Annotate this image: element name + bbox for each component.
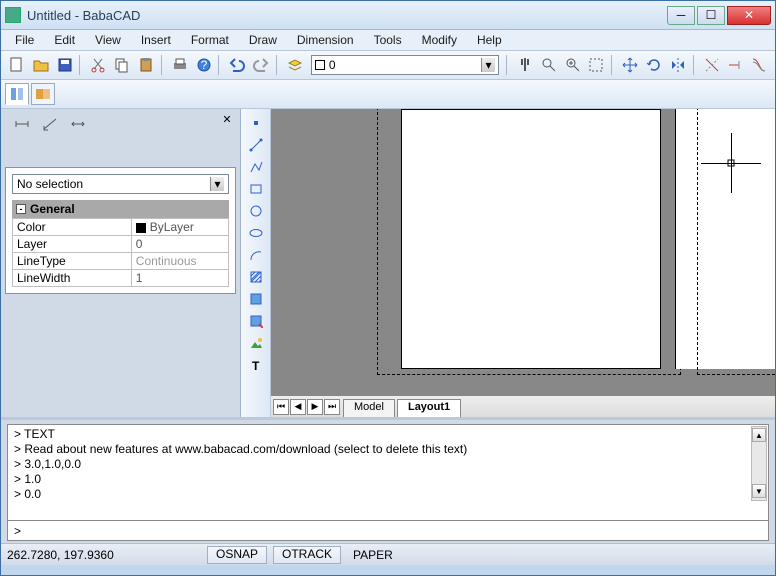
osnap-toggle[interactable]: OSNAP (207, 546, 267, 564)
trim-icon[interactable] (701, 54, 723, 76)
window-title: Untitled - BabaCAD (27, 8, 665, 23)
hatch-icon[interactable] (245, 267, 267, 287)
statusbar: 262.7280, 197.9360 OSNAP OTRACK PAPER (1, 543, 775, 565)
minimize-button[interactable]: ─ (667, 6, 695, 25)
text-icon[interactable]: T (245, 355, 267, 375)
menu-help[interactable]: Help (469, 31, 510, 49)
image-icon[interactable] (245, 333, 267, 353)
tab-layout1[interactable]: Layout1 (397, 399, 461, 417)
arc-icon[interactable] (245, 245, 267, 265)
scroll-up-icon[interactable]: ▲ (752, 428, 766, 442)
property-row: ColorByLayer (13, 219, 229, 236)
line-icon[interactable] (245, 135, 267, 155)
properties-panel: ✕ No selection ▾ - General ColorByLayer … (1, 109, 241, 417)
command-input[interactable]: > (7, 521, 769, 541)
svg-text:T: T (252, 359, 260, 372)
rotate-icon[interactable] (643, 54, 665, 76)
coordinates-readout: 262.7280, 197.9360 (7, 548, 207, 562)
command-prompt: > (14, 524, 21, 538)
panel-close-icon[interactable]: ✕ (220, 113, 234, 127)
menu-tools[interactable]: Tools (366, 31, 410, 49)
menu-view[interactable]: View (87, 31, 129, 49)
menu-draw[interactable]: Draw (241, 31, 285, 49)
layer-combo[interactable]: 0 ▾ (311, 55, 499, 75)
new-icon[interactable] (6, 54, 28, 76)
command-log[interactable]: > TEXT > Read about new features at www.… (7, 424, 769, 521)
rectangle-icon[interactable] (245, 179, 267, 199)
tab-next-icon[interactable]: ▶ (307, 399, 323, 415)
property-group-header[interactable]: - General (12, 200, 229, 218)
close-button[interactable]: ✕ (727, 6, 771, 25)
property-row: LineWidth1 (13, 270, 229, 287)
chevron-down-icon[interactable]: ▾ (481, 58, 495, 72)
ellipse-icon[interactable] (245, 223, 267, 243)
app-icon (5, 7, 21, 23)
insert-block-icon[interactable] (245, 311, 267, 331)
collapse-icon[interactable]: - (16, 204, 26, 214)
save-icon[interactable] (54, 54, 76, 76)
scrollbar-vertical[interactable]: ▲ ▼ (751, 426, 767, 501)
zoom-extents-icon[interactable] (585, 54, 607, 76)
redo-icon[interactable] (250, 54, 272, 76)
tab-model[interactable]: Model (343, 399, 395, 417)
paste-icon[interactable] (135, 54, 157, 76)
maximize-button[interactable]: ☐ (697, 6, 725, 25)
help-icon[interactable]: ? (193, 54, 215, 76)
tab-prev-icon[interactable]: ◀ (290, 399, 306, 415)
menu-file[interactable]: File (7, 31, 42, 49)
otrack-toggle[interactable]: OTRACK (273, 546, 341, 564)
drawing-canvas[interactable] (271, 109, 775, 395)
block-icon[interactable] (245, 289, 267, 309)
command-area: > TEXT > Read about new features at www.… (1, 417, 775, 543)
tab-first-icon[interactable]: ⏮ (273, 399, 289, 415)
point-icon[interactable] (245, 113, 267, 133)
selection-value: No selection (17, 177, 83, 191)
layout-tabs: ⏮ ◀ ▶ ⏭ Model Layout1 (271, 395, 775, 417)
draw-toolbar: T (241, 109, 271, 417)
selection-combo[interactable]: No selection ▾ (12, 174, 229, 194)
menubar: File Edit View Insert Format Draw Dimens… (1, 30, 775, 51)
extend-icon[interactable] (724, 54, 746, 76)
menu-dimension[interactable]: Dimension (289, 31, 362, 49)
menu-edit[interactable]: Edit (46, 31, 83, 49)
pan-icon[interactable] (514, 54, 536, 76)
chevron-down-icon[interactable]: ▾ (210, 177, 224, 191)
property-row: LineTypeContinuous (13, 253, 229, 270)
move-icon[interactable] (619, 54, 641, 76)
zoom-dynamic-icon[interactable] (562, 54, 584, 76)
print-icon[interactable] (169, 54, 191, 76)
mirror-icon[interactable] (667, 54, 689, 76)
tab-last-icon[interactable]: ⏭ (324, 399, 340, 415)
tab-layers-icon[interactable] (31, 83, 55, 105)
polyline-icon[interactable] (245, 157, 267, 177)
undo-icon[interactable] (226, 54, 248, 76)
zoom-window-icon[interactable] (538, 54, 560, 76)
svg-text:?: ? (200, 58, 207, 72)
dim-aligned-icon[interactable] (38, 113, 62, 135)
offset-icon[interactable] (748, 54, 770, 76)
titlebar: Untitled - BabaCAD ─ ☐ ✕ (1, 1, 775, 30)
layer-value: 0 (329, 58, 336, 72)
layer-manager-icon[interactable] (284, 54, 306, 76)
menu-format[interactable]: Format (183, 31, 237, 49)
circle-icon[interactable] (245, 201, 267, 221)
menu-modify[interactable]: Modify (414, 31, 465, 49)
open-icon[interactable] (30, 54, 52, 76)
copy-icon[interactable] (111, 54, 133, 76)
secondary-toolbar (1, 80, 775, 109)
scroll-down-icon[interactable]: ▼ (752, 484, 766, 498)
dim-linear-icon[interactable] (10, 113, 34, 135)
cut-icon[interactable] (87, 54, 109, 76)
main-toolbar: ? 0 ▾ (1, 51, 775, 80)
space-indicator: PAPER (347, 546, 399, 564)
menu-insert[interactable]: Insert (133, 31, 179, 49)
dim-horizontal-icon[interactable] (66, 113, 90, 135)
property-row: Layer0 (13, 236, 229, 253)
